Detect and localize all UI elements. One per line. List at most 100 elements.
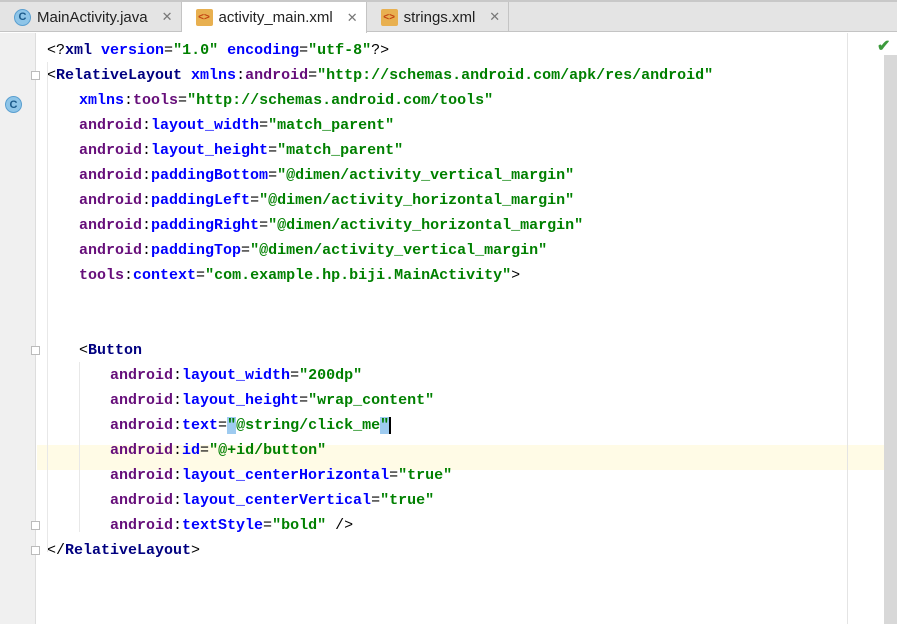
code-token: :: [142, 192, 152, 209]
code-token: :: [173, 492, 183, 509]
code-token: =: [196, 267, 206, 284]
code-token: context: [133, 267, 197, 284]
code-token: android: [110, 492, 174, 509]
code-token: </: [47, 542, 66, 559]
code-token: "@dimen/activity_vertical_margin": [250, 242, 548, 259]
code-line: tools:context="com.example.hp.biji.MainA…: [79, 263, 520, 288]
code-line: android:text="@string/click_me": [110, 413, 392, 438]
code-token: xmlns: [79, 92, 125, 109]
code-token: />: [335, 517, 354, 534]
code-token: =: [268, 142, 278, 159]
code-token: "@dimen/activity_horizontal_margin": [259, 192, 575, 209]
code-token: =: [299, 392, 309, 409]
code-token: =: [263, 517, 273, 534]
indent-guide: [47, 62, 48, 552]
code-token: :: [142, 167, 152, 184]
code-token: android: [79, 167, 143, 184]
code-token: =: [290, 367, 300, 384]
code-line: xmlns:tools="http://schemas.android.com/…: [79, 88, 493, 113]
code-line: android:layout_height="wrap_content": [110, 388, 434, 413]
code-token: encoding: [227, 42, 300, 59]
code-token: ": [227, 417, 237, 434]
code-token: RelativeLayout: [65, 542, 192, 559]
code-token: "@dimen/activity_vertical_margin": [277, 167, 575, 184]
code-token: android: [110, 392, 174, 409]
fold-marker[interactable]: [31, 346, 40, 355]
code-token: =: [259, 217, 269, 234]
inspection-ok-icon[interactable]: ✔: [877, 36, 890, 56]
code-token: android: [79, 217, 143, 234]
code-line: android:paddingBottom="@dimen/activity_v…: [79, 163, 574, 188]
code-token: =: [371, 492, 381, 509]
code-token: "wrap_content": [308, 392, 435, 409]
code-token: =: [164, 42, 174, 59]
code-token: =: [308, 67, 318, 84]
code-token: ": [380, 417, 390, 434]
code-token: :: [173, 392, 183, 409]
tab-label: strings.xml: [403, 8, 476, 26]
code-editor[interactable]: <?xml version="1.0" encoding="utf-8"?> <R…: [37, 33, 897, 624]
code-token: layout_height: [151, 142, 269, 159]
code-token: <: [79, 342, 89, 359]
code-token: :: [173, 517, 183, 534]
java-class-icon: C: [14, 8, 31, 26]
code-token: xmlns: [191, 67, 237, 84]
xml-file-icon: <>: [195, 9, 213, 26]
code-line: android:paddingRight="@dimen/activity_ho…: [79, 213, 583, 238]
code-token: RelativeLayout: [56, 67, 192, 84]
code-line: <?xml version="1.0" encoding="utf-8"?>: [47, 38, 389, 63]
code-token: android: [110, 417, 174, 434]
code-token: "true": [398, 467, 453, 484]
code-token: <: [47, 67, 57, 84]
code-token: "http://schemas.android.com/tools": [187, 92, 494, 109]
tab-activity_main-xml[interactable]: <> activity_main.xml ✕: [181, 2, 367, 33]
code-token: :: [142, 217, 152, 234]
close-tab-icon[interactable]: ✕: [489, 9, 500, 25]
code-token: :: [142, 117, 152, 134]
tab-label: MainActivity.java: [37, 8, 148, 26]
editor-tab-bar: C MainActivity.java ✕ <> activity_main.xml ✕ <…: [0, 0, 897, 33]
code-line: android:textStyle="bold" />: [110, 513, 353, 538]
code-token: paddingBottom: [151, 167, 269, 184]
code-line: </RelativeLayout>: [47, 538, 200, 563]
right-margin-guide: [847, 33, 848, 624]
tab-mainactivity-java[interactable]: C MainActivity.java ✕: [0, 2, 182, 32]
code-token: "match_parent": [277, 142, 404, 159]
fold-marker[interactable]: [31, 546, 40, 555]
code-token: =: [178, 92, 188, 109]
close-tab-icon[interactable]: ✕: [347, 10, 358, 26]
code-token: =: [259, 117, 269, 134]
code-token: android: [79, 117, 143, 134]
code-line: <Button: [79, 338, 142, 363]
code-token: =: [218, 417, 228, 434]
code-token: >: [511, 267, 521, 284]
code-token: android: [245, 67, 309, 84]
code-line: android:layout_width="200dp": [110, 363, 362, 388]
code-token: android: [110, 442, 174, 459]
code-line: android:layout_height="match_parent": [79, 138, 403, 163]
code-token: text: [182, 417, 219, 434]
code-token: :: [124, 267, 134, 284]
tab-strings-xml[interactable]: <> strings.xml ✕: [367, 2, 510, 32]
code-token: android: [110, 467, 174, 484]
code-token: :: [142, 242, 152, 259]
text-cursor: [389, 416, 392, 434]
code-token: "true": [380, 492, 435, 509]
fold-marker[interactable]: [31, 71, 40, 80]
code-token: <?: [47, 42, 66, 59]
code-token: "@dimen/activity_horizontal_margin": [268, 217, 584, 234]
code-token: xml: [65, 42, 102, 59]
class-gutter-icon[interactable]: C: [5, 96, 22, 113]
editor-gutter: C: [0, 33, 36, 624]
code-token: layout_centerVertical: [182, 492, 372, 509]
code-token: layout_width: [151, 117, 260, 134]
code-token: :: [173, 417, 183, 434]
vertical-scrollbar[interactable]: [884, 55, 897, 624]
code-token: paddingRight: [151, 217, 260, 234]
code-token: version: [101, 42, 165, 59]
code-token: =: [250, 192, 260, 209]
code-token: "com.example.hp.biji.MainActivity": [205, 267, 512, 284]
close-tab-icon[interactable]: ✕: [162, 9, 173, 25]
code-token: "1.0": [173, 42, 228, 59]
fold-marker[interactable]: [31, 521, 40, 530]
